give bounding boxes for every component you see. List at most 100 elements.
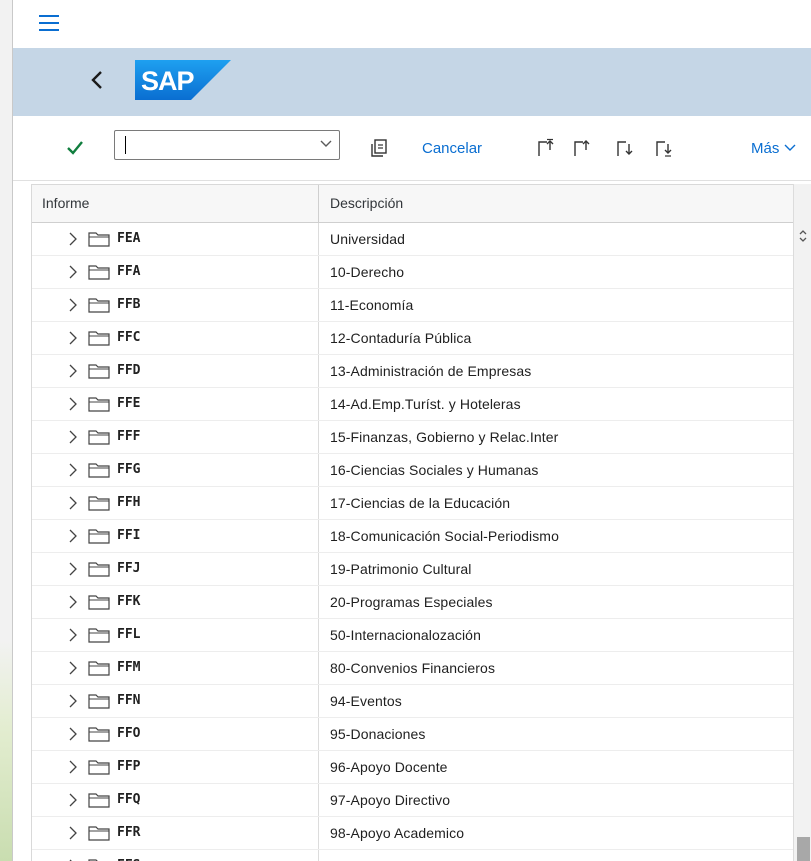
folder-icon	[88, 628, 110, 643]
chevron-right-icon[interactable]	[68, 265, 78, 279]
chevron-right-icon[interactable]	[68, 694, 78, 708]
more-button[interactable]: Más	[751, 140, 796, 157]
menu-bar	[13, 0, 811, 49]
folder-icon	[88, 265, 110, 280]
chevron-right-icon[interactable]	[68, 793, 78, 807]
table-row[interactable]: FFD 13-Administración de Empresas	[32, 355, 793, 388]
table-row[interactable]: FFP 96-Apoyo Docente	[32, 751, 793, 784]
column-header-informe[interactable]: Informe	[32, 185, 319, 222]
report-cell: FFJ	[32, 553, 319, 585]
report-code: FEA	[117, 231, 141, 246]
enter-button[interactable]	[66, 136, 84, 162]
table-row[interactable]: FFC 12-Contaduría Pública	[32, 322, 793, 355]
chevron-right-icon[interactable]	[68, 298, 78, 312]
report-cell: FFG	[32, 454, 319, 486]
description-cell: 95-Donaciones	[330, 726, 426, 742]
report-code: FFQ	[117, 792, 141, 807]
cancel-button[interactable]: Cancelar	[422, 140, 482, 157]
command-input[interactable]	[121, 132, 305, 160]
column-header-descripcion[interactable]: Descripción	[319, 185, 793, 222]
description-cell: 99-Apoyo Administrativo	[319, 850, 793, 861]
chevron-right-icon[interactable]	[68, 727, 78, 741]
report-code: FFB	[117, 297, 141, 312]
copy-icon[interactable]	[369, 138, 389, 158]
table-row[interactable]: FFI 18-Comunicación Social-Periodismo	[32, 520, 793, 553]
back-chevron-icon	[91, 71, 102, 89]
chevron-right-icon[interactable]	[68, 232, 78, 246]
table-row[interactable]: FFS 99-Apoyo Administrativo	[32, 850, 793, 861]
shell-header: SAP	[13, 48, 811, 116]
table-row[interactable]: FFB 11-Economía	[32, 289, 793, 322]
chevron-right-icon[interactable]	[68, 628, 78, 642]
report-code: FFL	[117, 627, 141, 642]
chevron-right-icon[interactable]	[68, 529, 78, 543]
chevron-right-icon[interactable]	[68, 760, 78, 774]
scrollbar-thumb[interactable]	[797, 837, 810, 861]
chevron-right-icon[interactable]	[68, 364, 78, 378]
last-page-icon[interactable]	[653, 138, 673, 158]
hamburger-menu-icon[interactable]	[39, 15, 59, 31]
description-cell: 12-Contaduría Pública	[330, 330, 472, 346]
folder-icon	[88, 430, 110, 445]
previous-page-icon[interactable]	[571, 138, 591, 158]
table-row[interactable]: FFL 50-Internacionalozación	[32, 619, 793, 652]
folder-icon	[88, 364, 110, 379]
description-cell: 10-Derecho	[330, 264, 405, 280]
chevron-right-icon[interactable]	[68, 595, 78, 609]
report-code: FFK	[117, 594, 141, 609]
report-tree-table: Informe Descripción FEA Universidad FFA 10-…	[31, 184, 794, 861]
chevron-right-icon[interactable]	[68, 826, 78, 840]
report-cell: FFK	[32, 586, 319, 618]
report-code: FFM	[117, 660, 141, 675]
report-cell: FFH	[32, 487, 319, 519]
report-cell: FFF	[32, 421, 319, 453]
chevron-right-icon[interactable]	[68, 430, 78, 444]
table-row[interactable]: FFN 94-Eventos	[32, 685, 793, 718]
table-row[interactable]: FFF 15-Finanzas, Gobierno y Relac.Inter	[32, 421, 793, 454]
description-cell: 94-Eventos	[330, 693, 402, 709]
report-cell: FFL	[32, 619, 319, 651]
report-cell: FFA	[32, 256, 319, 288]
table-row[interactable]: FFH 17-Ciencias de la Educación	[32, 487, 793, 520]
report-cell: FFI	[32, 520, 319, 552]
chevron-right-icon[interactable]	[68, 463, 78, 477]
folder-icon	[88, 496, 110, 511]
table-row[interactable]: FEA Universidad	[32, 223, 793, 256]
chevron-right-icon[interactable]	[68, 397, 78, 411]
table-row[interactable]: FFG 16-Ciencias Sociales y Humanas	[32, 454, 793, 487]
report-cell: FFM	[32, 652, 319, 684]
chevron-right-icon[interactable]	[68, 562, 78, 576]
table-row[interactable]: FFQ 97-Apoyo Directivo	[32, 784, 793, 817]
description-cell: 16-Ciencias Sociales y Humanas	[330, 462, 539, 478]
table-row[interactable]: FFE 14-Ad.Emp.Turíst. y Hoteleras	[32, 388, 793, 421]
folder-icon	[88, 727, 110, 742]
report-cell: FFE	[32, 388, 319, 420]
table-row[interactable]: FFO 95-Donaciones	[32, 718, 793, 751]
chevron-right-icon[interactable]	[68, 496, 78, 510]
chevron-down-icon[interactable]	[319, 136, 333, 150]
table-row[interactable]: FFK 20-Programas Especiales	[32, 586, 793, 619]
chevron-right-icon[interactable]	[68, 661, 78, 675]
next-page-icon[interactable]	[614, 138, 634, 158]
scroll-up-down-icon[interactable]	[798, 228, 808, 244]
decorative-background-strip	[0, 640, 12, 861]
report-cell: FFR	[32, 817, 319, 849]
description-cell: 11-Economía	[330, 297, 414, 313]
report-code: FFS	[117, 850, 140, 861]
vertical-scrollbar[interactable]	[793, 184, 811, 861]
folder-icon	[88, 826, 110, 841]
report-code: FFH	[117, 495, 141, 510]
command-field[interactable]	[114, 130, 340, 160]
report-code: FFC	[117, 330, 141, 345]
first-page-icon[interactable]	[535, 138, 555, 158]
description-cell: 98-Apoyo Academico	[330, 825, 465, 841]
table-row[interactable]: FFA 10-Derecho	[32, 256, 793, 289]
report-cell: FFD	[32, 355, 319, 387]
back-button[interactable]	[83, 66, 111, 98]
table-row[interactable]: FFJ 19-Patrimonio Cultural	[32, 553, 793, 586]
table-row[interactable]: FFM 80-Convenios Financieros	[32, 652, 793, 685]
table-row[interactable]: FFR 98-Apoyo Academico	[32, 817, 793, 850]
svg-text:SAP: SAP	[141, 66, 195, 96]
report-code: FFA	[117, 264, 141, 279]
chevron-right-icon[interactable]	[68, 331, 78, 345]
